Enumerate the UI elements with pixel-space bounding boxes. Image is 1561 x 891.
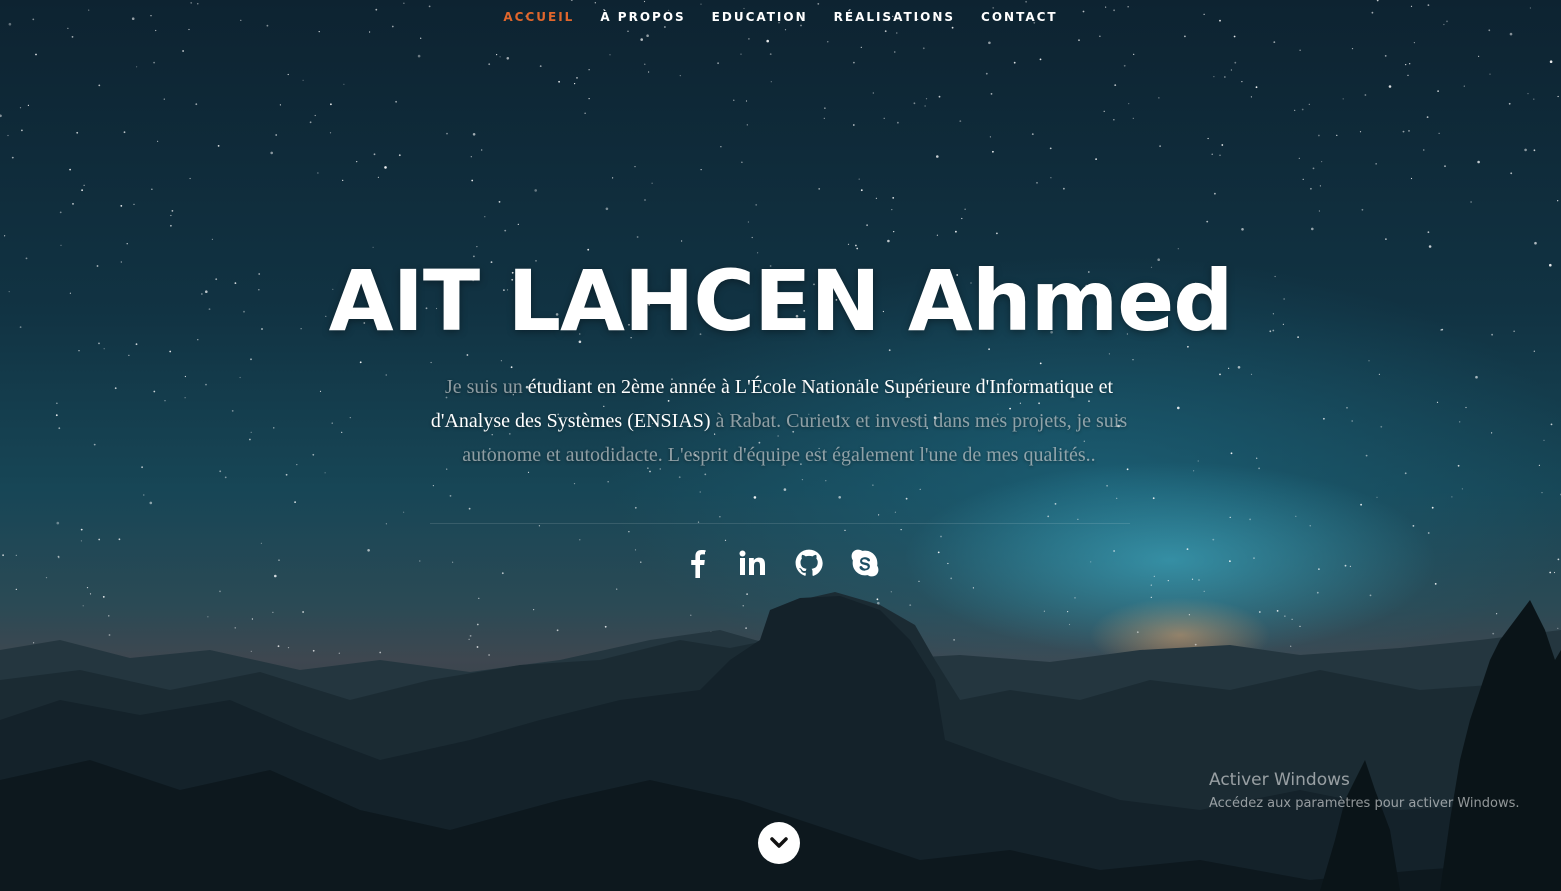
- watermark-title: Activer Windows: [1209, 770, 1350, 790]
- nav-item-education[interactable]: EDUCATION: [712, 10, 808, 24]
- windows-activation-watermark: Activer Windows Accédez aux paramètres p…: [1209, 768, 1520, 813]
- hero-title: AIT LAHCEN Ahmed: [328, 252, 1234, 350]
- hero-divider: [430, 523, 1130, 524]
- main-navigation: ACCUEIL À PROPOS EDUCATION RÉALISATIONS …: [0, 0, 1561, 34]
- github-link[interactable]: [792, 545, 826, 581]
- hero-intro: Je suis un étudiant en 2ème année à L'Éc…: [418, 370, 1140, 472]
- github-icon: [795, 549, 823, 576]
- facebook-link[interactable]: [680, 545, 714, 581]
- skype-icon: [851, 549, 878, 577]
- linkedin-link[interactable]: [736, 545, 770, 581]
- chevron-down-icon: [770, 837, 788, 848]
- nav-item-contact[interactable]: CONTACT: [981, 10, 1058, 24]
- hero-section: ACCUEIL À PROPOS EDUCATION RÉALISATIONS …: [0, 0, 1561, 891]
- facebook-icon: [690, 550, 705, 578]
- social-links: [0, 545, 1561, 581]
- scroll-down-button[interactable]: [758, 822, 800, 864]
- intro-text-part1: Je suis un: [444, 376, 528, 398]
- linkedin-icon: [739, 550, 765, 575]
- nav-item-realisations[interactable]: RÉALISATIONS: [834, 10, 955, 24]
- watermark-subtitle: Accédez aux paramètres pour activer Wind…: [1209, 796, 1520, 811]
- nav-item-a-propos[interactable]: À PROPOS: [600, 10, 685, 24]
- nav-item-accueil[interactable]: ACCUEIL: [503, 10, 574, 24]
- skype-link[interactable]: [848, 545, 882, 581]
